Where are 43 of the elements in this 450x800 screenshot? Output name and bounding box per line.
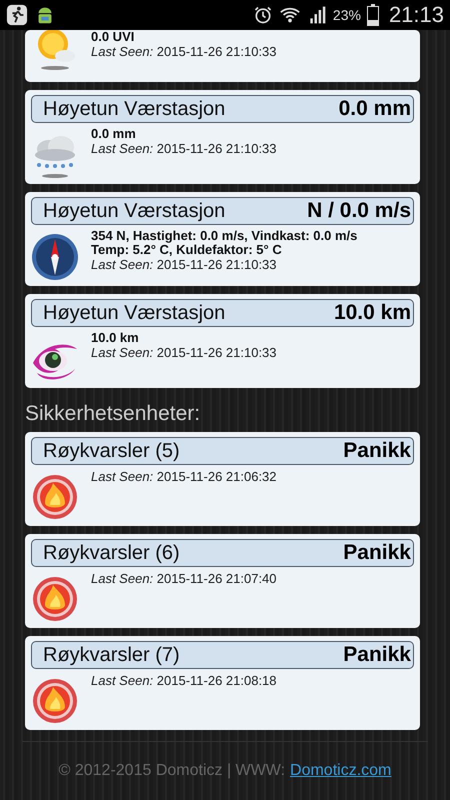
device-name: Røykvarsler (6) — [43, 542, 180, 564]
last-seen-text: Last Seen: 2015-11-26 21:10:33 — [91, 257, 278, 273]
device-name: Høyetun Værstasjon — [43, 200, 226, 222]
device-name: Røykvarsler (5) — [43, 440, 180, 462]
last-seen-text: Last Seen: 2015-11-26 21:10:33 — [91, 345, 277, 361]
last-seen-text: Last Seen: 2015-11-26 21:10:33 — [91, 141, 277, 157]
battery-percent: 23% — [332, 7, 361, 23]
device-name: Røykvarsler (7) — [43, 644, 180, 666]
device-card[interactable]: Høyetun Værstasjon 10.0 km 10.0 km Last Seen: 2015-11-26 21:10:33 — [25, 294, 420, 388]
website-link[interactable]: Domoticz.com — [290, 762, 392, 780]
running-figure-icon — [6, 4, 28, 26]
device-name: Høyetun Værstasjon — [43, 98, 226, 120]
fire-icon — [31, 677, 79, 725]
device-value: 0.0 mm — [338, 97, 411, 121]
device-value: Panikk — [343, 643, 411, 667]
device-detail: Temp: 5.2° C, Kuldefaktor: 5° C — [91, 243, 283, 257]
battery-icon — [366, 4, 379, 26]
fire-icon — [31, 575, 79, 623]
alarm-clock-icon — [252, 5, 273, 25]
device-detail: 0.0 mm — [91, 127, 137, 141]
device-detail: 0.0 UVI — [91, 30, 136, 44]
device-card[interactable]: Høyetun Værstasjon 0.0 mm 0.0 mm Last Seen: 2015-11-26 21:10:33 — [25, 90, 420, 184]
device-value: N / 0.0 m/s — [307, 199, 411, 223]
device-value: Panikk — [343, 541, 411, 565]
last-seen-text: Last Seen: 2015-11-26 21:10:33 — [91, 44, 277, 60]
device-name: Høyetun Værstasjon — [43, 302, 226, 324]
device-value: Panikk — [343, 439, 411, 463]
device-card[interactable]: 0.0 UVI Last Seen: 2015-11-26 21:10:33 — [25, 30, 420, 82]
device-card[interactable]: Røykvarsler (5) Panikk Last Seen: 2015-11-26 21:06:32 — [25, 432, 420, 526]
fire-icon — [31, 473, 79, 521]
device-card[interactable]: Høyetun Værstasjon N / 0.0 m/s 354 N, Hastighet: 0.0 m/s, Vindkast: 0.0 m/s Temp: 5.2° C, Kuldefaktor: 5° C Last Seen: 2015-11-26 21:10:33 — [25, 192, 420, 286]
copyright-text: © 2012-2015 Domoticz | WWW: — [58, 762, 286, 780]
clock-time: 21:13 — [388, 2, 444, 28]
last-seen-text: Last Seen: 2015-11-26 21:08:18 — [91, 673, 277, 689]
last-seen-text: Last Seen: 2015-11-26 21:06:32 — [91, 469, 277, 485]
device-value: 10.0 km — [334, 301, 411, 325]
device-detail: 354 N, Hastighet: 0.0 m/s, Vindkast: 0.0 m/s — [91, 229, 358, 243]
device-card[interactable]: Røykvarsler (7) Panikk Last Seen: 2015-11-26 21:08:18 — [25, 636, 420, 730]
compass-icon — [31, 233, 79, 281]
section-title: Sikkerhetsenheter: — [25, 402, 202, 426]
last-seen-text: Last Seen: 2015-11-26 21:07:40 — [91, 571, 277, 587]
device-detail: 10.0 km — [91, 331, 140, 345]
device-card[interactable]: Røykvarsler (6) Panikk Last Seen: 2015-11-26 21:07:40 — [25, 534, 420, 628]
